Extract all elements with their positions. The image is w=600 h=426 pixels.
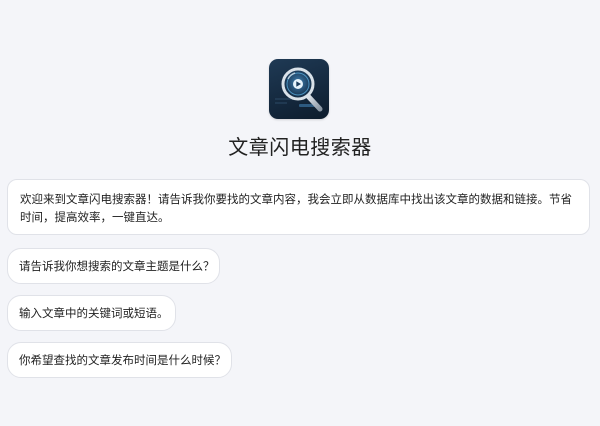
suggestion-publish-time-button[interactable]: 你希望查找的文章发布时间是什么时候？ xyxy=(7,342,232,378)
magnifier-logo-icon xyxy=(275,67,323,112)
welcome-message: 欢迎来到文章闪电搜索器！请告诉我你要找的文章内容，我会立即从数据库中找出该文章的… xyxy=(7,179,590,235)
app-title: 文章闪电搜索器 xyxy=(228,135,372,159)
suggestion-topic-button[interactable]: 请告诉我你想搜索的文章主题是什么？ xyxy=(7,248,220,284)
suggestion-keywords-button[interactable]: 输入文章中的关键词或短语。 xyxy=(7,295,176,331)
app-logo xyxy=(269,59,329,119)
